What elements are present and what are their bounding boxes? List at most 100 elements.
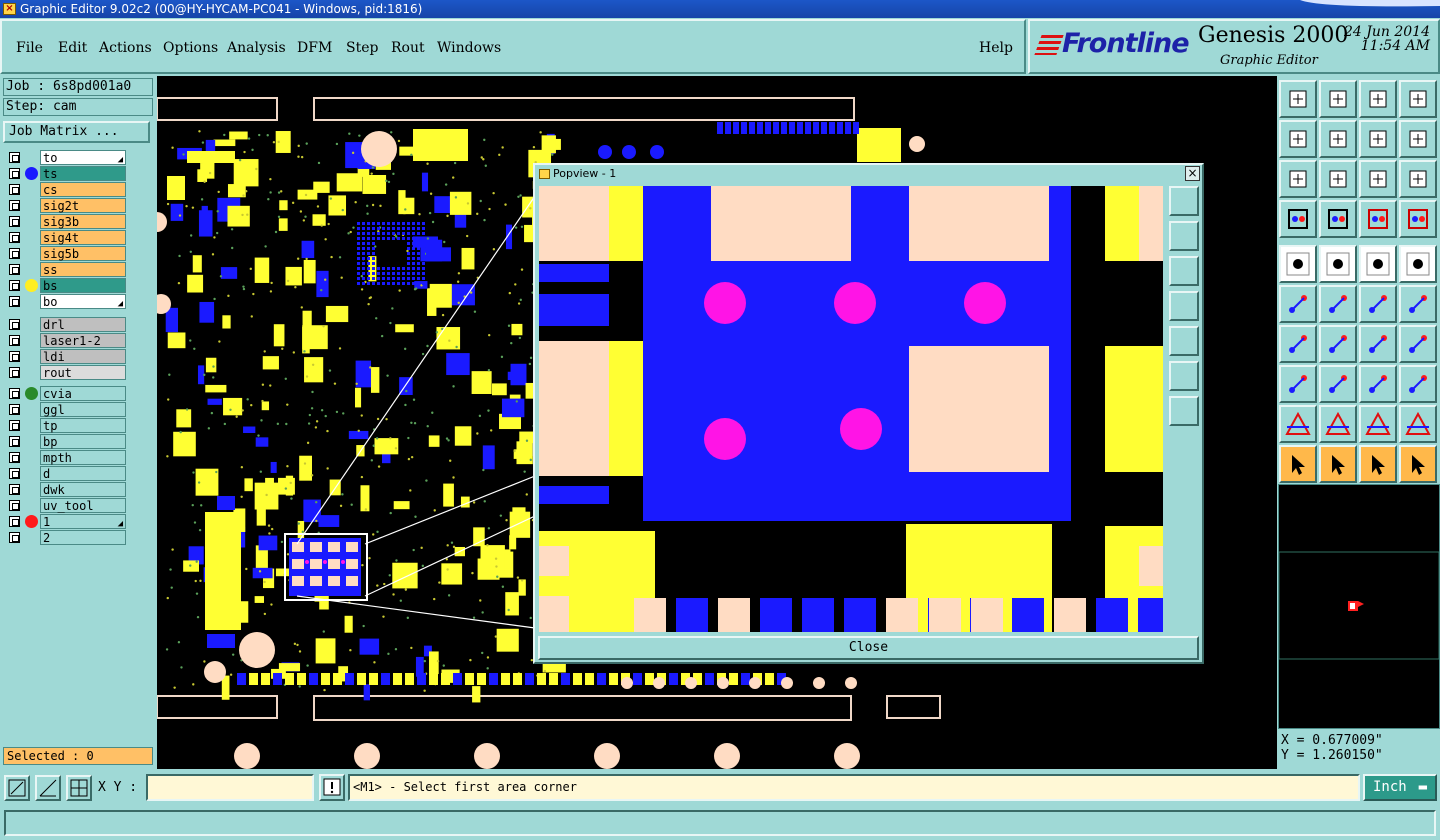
line-move-icon[interactable]	[1399, 285, 1437, 323]
pan-right-icon[interactable]	[1319, 120, 1357, 158]
layer-checkbox[interactable]	[9, 232, 20, 243]
layer-name[interactable]: mpth	[40, 450, 126, 465]
layer-checkbox[interactable]	[9, 436, 20, 447]
menu-actions[interactable]: Actions	[99, 40, 152, 56]
layer-checkbox[interactable]	[9, 500, 20, 511]
layer-row-2[interactable]: 2	[4, 530, 126, 545]
layer-name[interactable]: 2	[40, 530, 126, 545]
slash-line-icon[interactable]	[1319, 325, 1357, 363]
arc-icon[interactable]	[1359, 325, 1397, 363]
layer-row-sig3b[interactable]: sig3b	[4, 214, 126, 229]
layer-name[interactable]: cvia	[40, 386, 126, 401]
layer-color-dot[interactable]	[25, 279, 38, 292]
layer-row-sig5b[interactable]: sig5b	[4, 246, 126, 261]
menu-windows[interactable]: Windows	[437, 40, 501, 56]
zoom-fit-icon[interactable]	[1279, 160, 1317, 198]
job-matrix-button[interactable]: Job Matrix ...	[3, 121, 150, 143]
flip-icon[interactable]	[1399, 120, 1437, 158]
zoom-area-icon[interactable]	[4, 775, 30, 801]
layer-row-d[interactable]: d	[4, 466, 126, 481]
layer-checkbox[interactable]	[9, 264, 20, 275]
warning-icon[interactable]	[319, 774, 345, 801]
popview-zoom-in-icon[interactable]	[1169, 361, 1199, 391]
layer-color-dot[interactable]	[25, 167, 38, 180]
add-feature-icon[interactable]	[1279, 245, 1317, 283]
layer-checkbox[interactable]	[9, 452, 20, 463]
line-add-icon[interactable]	[1359, 285, 1397, 323]
layer-row-sig2t[interactable]: sig2t	[4, 198, 126, 213]
layer-row-rout[interactable]: rout	[4, 365, 126, 380]
layer-pin-icon[interactable]: ◢	[118, 297, 123, 311]
menu-help[interactable]: Help	[979, 40, 1013, 56]
menu-options[interactable]: Options	[163, 40, 218, 56]
layer-name[interactable]: sig3b	[40, 214, 126, 229]
layers-a-icon[interactable]	[1359, 200, 1397, 238]
layer-checkbox[interactable]	[9, 248, 20, 259]
layer-checkbox[interactable]	[9, 296, 20, 307]
font-icon[interactable]	[1399, 325, 1437, 363]
layer-row-ldi[interactable]: ldi	[4, 349, 126, 364]
layer-checkbox[interactable]	[9, 319, 20, 330]
layer-name[interactable]: ggl	[40, 402, 126, 417]
popview-pan-right-icon[interactable]	[1169, 326, 1199, 356]
menu-analysis[interactable]: Analysis	[227, 40, 286, 56]
net-connect-icon[interactable]	[1279, 285, 1317, 323]
overview-panel[interactable]	[1278, 484, 1440, 729]
layer-row-ss[interactable]: ss	[4, 262, 126, 277]
filter-icon[interactable]	[1279, 200, 1317, 238]
layer-pin-icon[interactable]: ◢	[118, 517, 123, 531]
menu-dfm[interactable]: DFM	[297, 40, 332, 56]
layer-row-ggl[interactable]: ggl	[4, 402, 126, 417]
layer-checkbox[interactable]	[9, 388, 20, 399]
pan-left-icon[interactable]	[1279, 120, 1317, 158]
layer-row-1[interactable]: 1 ◢	[4, 514, 126, 529]
layers-b-icon[interactable]	[1399, 200, 1437, 238]
layer-name[interactable]: ss	[40, 262, 126, 277]
layer-checkbox[interactable]	[9, 168, 20, 179]
layer-row-cvia[interactable]: cvia	[4, 386, 126, 401]
layer-row-laser1-2[interactable]: laser1-2	[4, 333, 126, 348]
layer-name[interactable]: drl	[40, 317, 126, 332]
units-select[interactable]: Inch ▬	[1363, 774, 1437, 801]
layer-row-bo[interactable]: bo ◢	[4, 294, 126, 309]
menu-rout[interactable]: Rout	[391, 40, 425, 56]
split-line-icon[interactable]	[1319, 365, 1357, 403]
layer-name[interactable]: ldi	[40, 349, 126, 364]
window-titlebar[interactable]: × Graphic Editor 9.02c2 (00@HY-HYCAM-PC0…	[0, 0, 1440, 18]
popview-pan-left-icon[interactable]	[1169, 291, 1199, 321]
cross-select-icon[interactable]	[1319, 285, 1357, 323]
dimension-icon[interactable]	[1359, 365, 1397, 403]
zoom-center-icon[interactable]	[1319, 160, 1357, 198]
triangle-b-icon[interactable]	[1319, 405, 1357, 443]
layer-row-tp[interactable]: tp	[4, 418, 126, 433]
popview-window[interactable]: Popview - 1 × Close	[533, 163, 1204, 664]
angle-icon[interactable]	[1279, 325, 1317, 363]
layer-checkbox[interactable]	[9, 484, 20, 495]
layer-row-sig4t[interactable]: sig4t	[4, 230, 126, 245]
layer-checkbox[interactable]	[9, 200, 20, 211]
layer-row-ts[interactable]: ts	[4, 166, 126, 181]
menu-edit[interactable]: Edit	[58, 40, 87, 56]
window-controls-icon[interactable]	[1150, 0, 1440, 18]
home-icon[interactable]	[1359, 80, 1397, 118]
layer-name[interactable]: cs	[40, 182, 126, 197]
menu-step[interactable]: Step	[346, 40, 378, 56]
triangle-c-icon[interactable]	[1359, 405, 1397, 443]
popview-titlebar[interactable]: Popview - 1 ×	[535, 165, 1202, 183]
layer-name[interactable]: dwk	[40, 482, 126, 497]
layer-name[interactable]: bp	[40, 434, 126, 449]
layer-name[interactable]: 1 ◢	[40, 514, 126, 529]
layer-row-drl[interactable]: drl	[4, 317, 126, 332]
layer-name[interactable]: to ◢	[40, 150, 126, 165]
popview-zoom-image[interactable]	[539, 186, 1163, 632]
layer-pin-icon[interactable]: ◢	[118, 153, 123, 167]
layer-checkbox[interactable]	[9, 351, 20, 362]
popview-close-icon[interactable]: ×	[1185, 166, 1200, 181]
popview-zoom-out-icon[interactable]	[1169, 396, 1199, 426]
select-net-icon[interactable]	[1319, 245, 1357, 283]
layer-checkbox[interactable]	[9, 216, 20, 227]
help-query-icon[interactable]	[1399, 160, 1437, 198]
grid-icon[interactable]	[1319, 200, 1357, 238]
measure-icon[interactable]	[35, 775, 61, 801]
move-feature-icon[interactable]	[1279, 365, 1317, 403]
